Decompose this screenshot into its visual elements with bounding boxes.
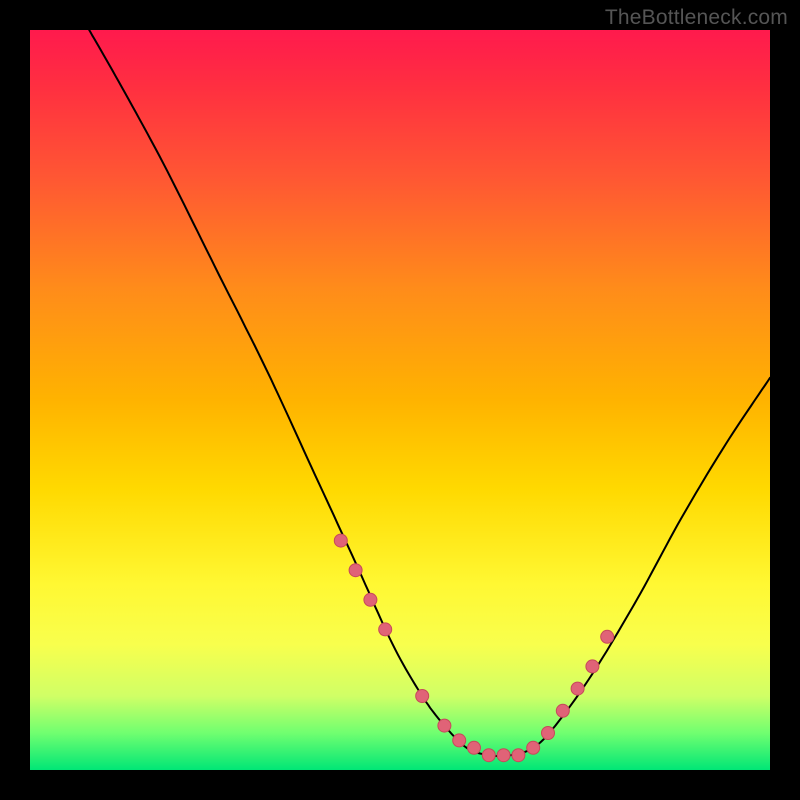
marker-point bbox=[468, 741, 481, 754]
marker-point bbox=[527, 741, 540, 754]
marker-point bbox=[586, 660, 599, 673]
marker-point bbox=[556, 704, 569, 717]
marker-point bbox=[453, 734, 466, 747]
watermark-text: TheBottleneck.com bbox=[605, 6, 788, 30]
marker-point bbox=[379, 623, 392, 636]
marker-point bbox=[601, 630, 614, 643]
highlight-markers bbox=[334, 534, 613, 762]
bottleneck-curve bbox=[89, 30, 770, 756]
marker-point bbox=[571, 682, 584, 695]
marker-point bbox=[438, 719, 451, 732]
marker-point bbox=[497, 749, 510, 762]
marker-point bbox=[512, 749, 525, 762]
marker-point bbox=[334, 534, 347, 547]
plot-area bbox=[30, 30, 770, 770]
curve-layer bbox=[30, 30, 770, 770]
marker-point bbox=[542, 727, 555, 740]
marker-point bbox=[416, 690, 429, 703]
marker-point bbox=[364, 593, 377, 606]
marker-point bbox=[349, 564, 362, 577]
marker-point bbox=[482, 749, 495, 762]
chart-frame: TheBottleneck.com bbox=[0, 0, 800, 800]
